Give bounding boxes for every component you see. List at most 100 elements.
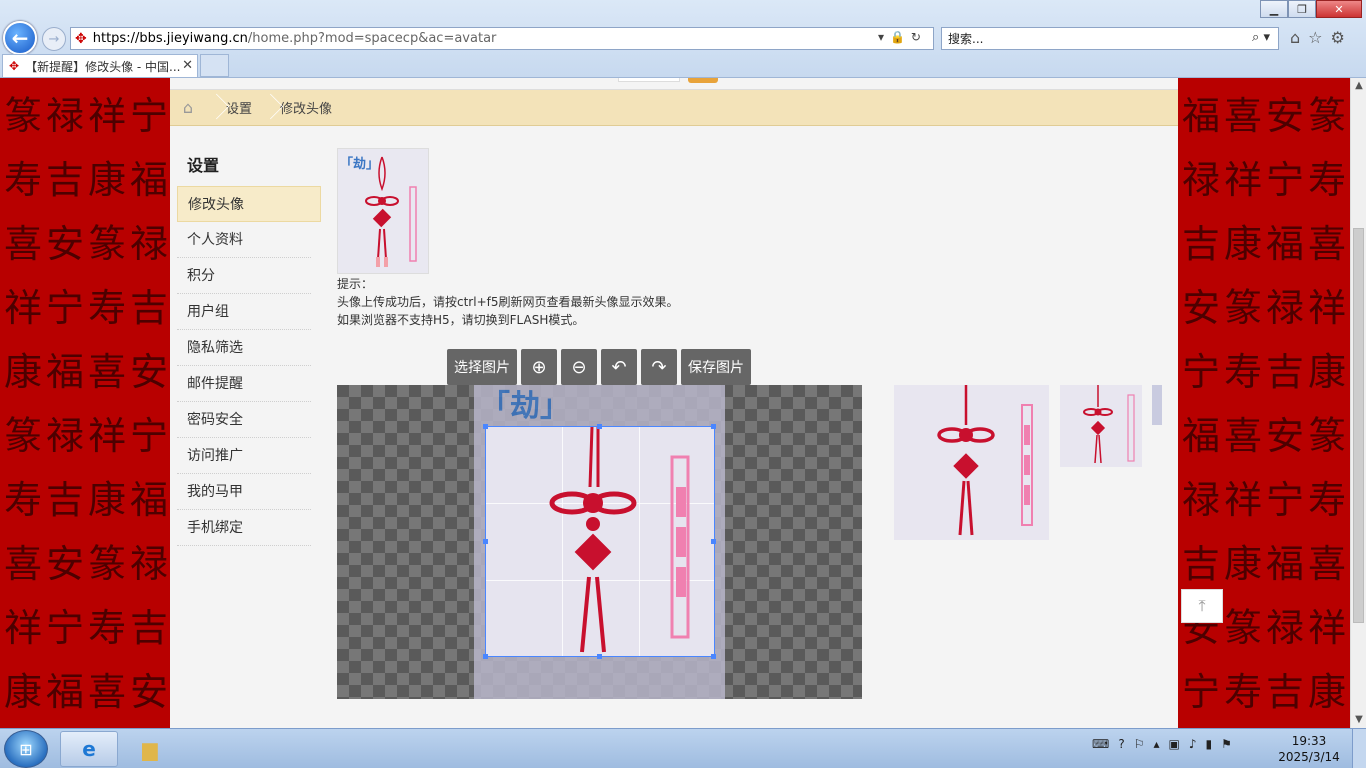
tab-favicon-icon: ✥ bbox=[9, 59, 20, 73]
browser-tab[interactable]: ✥ 【新提醒】修改头像 - 中国... ✕ bbox=[2, 54, 198, 77]
background-glyph: 喜 bbox=[3, 222, 42, 266]
help-icon[interactable]: ? bbox=[1118, 737, 1124, 751]
url-host: https://bbs.jieyiwang.cn bbox=[92, 31, 248, 46]
avatar-preview-small bbox=[1152, 385, 1162, 425]
keyboard-icon[interactable]: ⌨ bbox=[1092, 737, 1109, 751]
crop-handle[interactable] bbox=[483, 424, 488, 429]
tab-close-icon[interactable]: ✕ bbox=[182, 58, 193, 73]
sidebar-item-email[interactable]: 邮件提醒 bbox=[177, 366, 311, 402]
url-path: /home.php?mod=spacecp&ac=avatar bbox=[247, 31, 497, 46]
home-icon[interactable]: ⌂ bbox=[170, 90, 206, 126]
background-glyph: 篆 bbox=[1307, 94, 1346, 138]
background-glyph: 安 bbox=[129, 350, 168, 394]
background-glyph: 喜 bbox=[87, 670, 126, 714]
background-glyph: 康 bbox=[1307, 350, 1346, 394]
scroll-down-icon[interactable]: ▼ bbox=[1351, 712, 1366, 728]
favorites-star-icon[interactable]: ☆ bbox=[1308, 28, 1322, 47]
crop-handle[interactable] bbox=[483, 654, 488, 659]
crop-handle[interactable] bbox=[711, 654, 716, 659]
scroll-thumb[interactable] bbox=[1353, 228, 1364, 623]
site-search-button[interactable] bbox=[688, 78, 718, 83]
background-glyph: 禄 bbox=[1181, 478, 1220, 522]
sidebar-item-profile[interactable]: 个人资料 bbox=[177, 222, 311, 258]
antivirus-icon[interactable]: ▣ bbox=[1169, 737, 1180, 751]
address-bar[interactable]: ✥ https://bbs.jieyiwang.cn/home.php?mod=… bbox=[70, 27, 934, 50]
background-pattern-right: 福喜安篆禄祥宁寿吉康福喜安篆禄祥宁寿吉康福喜安篆禄祥宁寿吉康福喜安篆禄祥宁寿吉康… bbox=[1178, 78, 1350, 728]
search-icon[interactable]: ⌕ ▾ bbox=[1252, 30, 1270, 45]
background-glyph: 禄 bbox=[129, 542, 168, 586]
zoom-out-icon: ⊖ bbox=[571, 356, 587, 378]
page-scrollbar[interactable]: ▲ ▼ bbox=[1350, 78, 1366, 728]
background-glyph: 康 bbox=[87, 158, 126, 202]
arrow-left-icon: ← bbox=[11, 26, 29, 50]
background-glyph: 禄 bbox=[129, 222, 168, 266]
scroll-up-icon[interactable]: ▲ bbox=[1351, 78, 1366, 94]
crop-handle[interactable] bbox=[597, 424, 602, 429]
sidebar-title: 设置 bbox=[187, 156, 220, 175]
sidebar-item-edit-avatar[interactable]: 修改头像 bbox=[177, 186, 321, 222]
rotate-left-button[interactable]: ↶ bbox=[601, 349, 637, 385]
background-glyph: 寿 bbox=[1223, 350, 1262, 394]
maximize-button[interactable]: ❐ bbox=[1288, 0, 1316, 18]
minimize-button[interactable]: ▁ bbox=[1260, 0, 1288, 18]
background-glyph: 篆 bbox=[1307, 414, 1346, 458]
background-glyph: 祥 bbox=[1223, 478, 1262, 522]
background-glyph: 福 bbox=[1265, 542, 1304, 586]
sidebar-item-password[interactable]: 密码安全 bbox=[177, 402, 311, 438]
back-to-top-button[interactable]: ⤒ bbox=[1181, 589, 1223, 623]
zoom-in-button[interactable]: ⊕ bbox=[521, 349, 557, 385]
background-glyph: 吉 bbox=[129, 286, 168, 330]
save-image-button[interactable]: 保存图片 bbox=[681, 349, 751, 385]
home-icon[interactable]: ⌂ bbox=[1290, 28, 1300, 47]
background-glyph: 祥 bbox=[87, 414, 126, 458]
search-box[interactable]: 搜索... ⌕ ▾ bbox=[941, 27, 1279, 50]
sidebar-item-promotion[interactable]: 访问推广 bbox=[177, 438, 311, 474]
taskbar-explorer[interactable]: ▆ bbox=[121, 731, 179, 767]
rotate-left-icon: ↶ bbox=[611, 356, 627, 378]
crop-handle[interactable] bbox=[711, 424, 716, 429]
back-button[interactable]: ← bbox=[3, 21, 37, 55]
flag-icon[interactable]: ⚐ bbox=[1134, 737, 1145, 751]
background-glyph: 寿 bbox=[87, 286, 126, 330]
sidebar-item-usergroup[interactable]: 用户组 bbox=[177, 294, 311, 330]
background-glyph: 福 bbox=[1181, 94, 1220, 138]
background-glyph: 福 bbox=[45, 350, 84, 394]
crop-handle[interactable] bbox=[483, 539, 488, 544]
arrow-right-icon: → bbox=[48, 31, 60, 47]
crop-canvas[interactable]: 「劫」 bbox=[337, 385, 862, 699]
tray-expand-icon[interactable]: ▴ bbox=[1153, 737, 1159, 751]
zoom-out-button[interactable]: ⊖ bbox=[561, 349, 597, 385]
sidebar-item-credits[interactable]: 积分 bbox=[177, 258, 311, 294]
taskbar-ie[interactable]: e bbox=[60, 731, 118, 767]
folder-icon: ▆ bbox=[142, 737, 158, 761]
background-glyph: 寿 bbox=[1307, 158, 1346, 202]
sidebar-item-privacy[interactable]: 隐私筛选 bbox=[177, 330, 311, 366]
start-button[interactable]: ⊞ bbox=[4, 730, 48, 768]
editor-toolbar: 选择图片 ⊕ ⊖ ↶ ↷ 保存图片 bbox=[447, 349, 751, 385]
crop-handle[interactable] bbox=[597, 654, 602, 659]
close-window-button[interactable]: ✕ bbox=[1316, 0, 1362, 18]
address-tools[interactable]: ▾🔒↻ bbox=[878, 30, 927, 44]
network-icon[interactable]: ▮ bbox=[1206, 737, 1213, 751]
gear-icon[interactable]: ⚙ bbox=[1331, 28, 1345, 47]
current-avatar: 「劫」 bbox=[337, 148, 429, 274]
sidebar-item-phone[interactable]: 手机绑定 bbox=[177, 510, 311, 546]
background-glyph: 康 bbox=[3, 350, 42, 394]
site-search-input[interactable] bbox=[618, 78, 680, 82]
background-glyph: 寿 bbox=[87, 606, 126, 650]
rotate-right-button[interactable]: ↷ bbox=[641, 349, 677, 385]
knot-image bbox=[937, 385, 1033, 536]
action-center-icon[interactable]: ⚑ bbox=[1221, 737, 1232, 751]
show-desktop-button[interactable] bbox=[1352, 729, 1366, 768]
sidebar-item-sockpuppet[interactable]: 我的马甲 bbox=[177, 474, 311, 510]
background-glyph: 祥 bbox=[3, 606, 42, 650]
crop-handle[interactable] bbox=[711, 539, 716, 544]
avatar-hint: 提示： 头像上传成功后，请按ctrl+f5刷新网页查看最新头像显示效果。 如果浏… bbox=[337, 275, 679, 329]
crop-box[interactable] bbox=[485, 426, 715, 657]
taskbar: ⊞ e ▆ ⌨ ? ⚐ ▴ ▣ ♪ ▮ ⚑ 19:33 2025/3/14 bbox=[0, 728, 1366, 768]
new-tab-button[interactable] bbox=[200, 54, 229, 77]
forward-button[interactable]: → bbox=[42, 27, 66, 51]
select-image-button[interactable]: 选择图片 bbox=[447, 349, 517, 385]
volume-icon[interactable]: ♪ bbox=[1189, 737, 1197, 751]
clock[interactable]: 19:33 2025/3/14 bbox=[1276, 733, 1342, 765]
